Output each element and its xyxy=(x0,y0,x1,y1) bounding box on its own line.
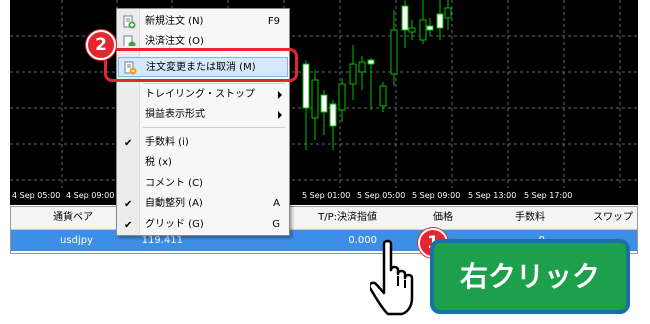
right-click-callout: 右クリック xyxy=(430,239,630,314)
menu-item-label: 自動整列 (A) xyxy=(145,198,203,209)
candle-body xyxy=(338,83,346,111)
candles xyxy=(302,0,452,150)
menu-item-label: 新規注文 (N) xyxy=(145,16,204,27)
candle-body xyxy=(329,103,337,127)
menu-item-grid[interactable]: ✔ グリッド (G) G xyxy=(118,215,288,235)
time-label: 5 Sep 09:00 xyxy=(412,191,460,200)
candle-body xyxy=(401,5,409,31)
submenu-arrow-icon xyxy=(278,111,282,119)
highlight-frame xyxy=(104,48,298,82)
menu-item-trailing-stop[interactable]: トレイリング・ストップ xyxy=(118,85,288,105)
candle-body xyxy=(379,85,387,107)
table-header: 通貨ペア T/P:決済指値 価格 手数料 スワップ xyxy=(11,207,637,230)
cell-tp: 0.000 xyxy=(348,235,377,246)
hand-cursor-icon xyxy=(370,239,414,316)
menu-item-comment[interactable]: コメント (C) xyxy=(118,174,288,194)
checkmark-icon: ✔ xyxy=(124,220,133,231)
time-label: 5 Sep 05:00 xyxy=(357,191,405,200)
time-label: 4 Sep 05:00 xyxy=(12,191,60,200)
candle-body xyxy=(390,29,398,75)
candle-body xyxy=(436,13,444,29)
context-menu: 新規注文 (N) F9 決済注文 (O) 注文変更または取消 (M) トレイリン… xyxy=(116,8,290,236)
menu-item-label: グリッド (G) xyxy=(145,219,204,230)
cell-symbol: usdjpy xyxy=(60,235,93,246)
menu-item-label: 税 (x) xyxy=(145,157,172,168)
candle-body xyxy=(358,61,366,73)
menu-item-label: 手数料 (i) xyxy=(145,137,189,148)
menu-item-shortcut: F9 xyxy=(267,16,280,27)
menu-item-shortcut: G xyxy=(272,219,280,230)
candle-body xyxy=(302,63,310,109)
candle-body xyxy=(408,27,416,33)
candle-body xyxy=(320,94,328,113)
menu-separator xyxy=(143,127,285,128)
menu-item-tax[interactable]: 税 (x) xyxy=(118,153,288,173)
menu-item-shortcut: A xyxy=(273,198,280,209)
close-order-icon xyxy=(123,35,136,46)
column-header-symbol[interactable]: 通貨ペア xyxy=(11,207,93,229)
column-header-swap[interactable]: スワップ xyxy=(559,207,633,229)
time-label: 5 Sep 17:00 xyxy=(524,191,572,200)
time-axis: 4 Sep 05:00 4 Sep 09:00 5 Sep 01:00 5 Se… xyxy=(12,191,572,200)
menu-item-commission[interactable]: ✔ 手数料 (i) xyxy=(118,133,288,153)
menu-item-label: トレイリング・ストップ xyxy=(145,89,255,100)
candle-body xyxy=(426,25,434,31)
column-header-tp[interactable]: T/P:決済指値 xyxy=(293,207,377,229)
step-badge-2: 2 xyxy=(86,30,116,60)
menu-item-label: コメント (C) xyxy=(145,178,203,189)
menu-item-new-order[interactable]: 新規注文 (N) F9 xyxy=(118,12,288,32)
time-label: 5 Sep 13:00 xyxy=(468,191,516,200)
column-header-commission[interactable]: 手数料 xyxy=(481,207,545,229)
candle-body xyxy=(349,63,357,85)
submenu-arrow-icon xyxy=(278,91,282,99)
time-label: 5 Sep 01:00 xyxy=(302,191,350,200)
menu-separator xyxy=(143,83,285,84)
candle-body xyxy=(367,59,375,65)
menu-item-close-order[interactable]: 決済注文 (O) xyxy=(118,32,288,46)
menu-item-label: 損益表示形式 xyxy=(145,109,205,120)
candle-body xyxy=(419,19,427,41)
candle-body xyxy=(444,7,452,19)
new-order-icon xyxy=(123,15,136,29)
callout-text: 右クリック xyxy=(459,260,600,293)
menu-item-profit-display[interactable]: 損益表示形式 xyxy=(118,105,288,125)
checkmark-icon: ✔ xyxy=(124,138,133,149)
checkmark-icon: ✔ xyxy=(124,199,133,210)
menu-item-label: 決済注文 (O) xyxy=(145,36,204,46)
menu-item-auto-arrange[interactable]: ✔ 自動整列 (A) A xyxy=(118,194,288,214)
time-label: 4 Sep 09:00 xyxy=(66,191,114,200)
column-header-price[interactable]: 価格 xyxy=(401,207,453,229)
candle-body xyxy=(311,79,319,119)
